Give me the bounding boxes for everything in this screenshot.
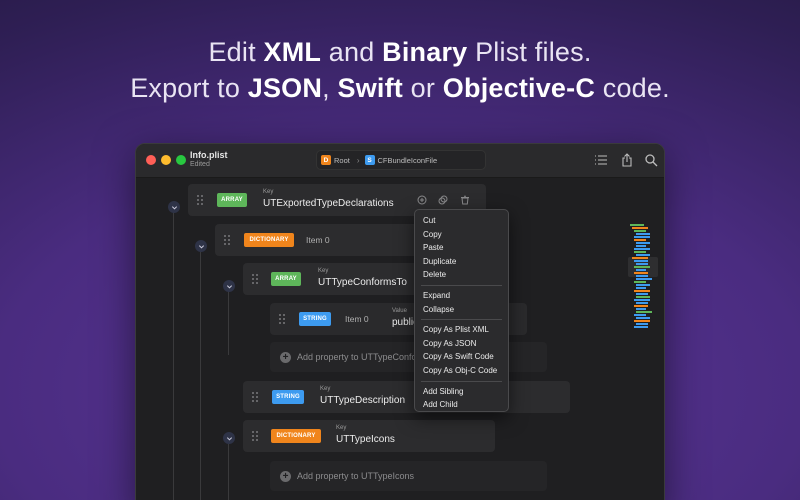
dictionary-badge-icon: D [321, 155, 331, 165]
menu-item-copy-as-json[interactable]: Copy As JSON [415, 337, 508, 351]
app-window: Info.plist Edited D Root › S CFBundleIco… [135, 143, 665, 500]
key-label: Key [320, 386, 331, 392]
menu-separator [421, 284, 502, 286]
type-badge-array[interactable]: ARRAY [217, 193, 247, 207]
add-property-label: Add property to UTTypeIcons [297, 471, 415, 481]
indent-guide [200, 245, 201, 500]
type-badge-dictionary[interactable]: DICTIONARY [271, 429, 321, 443]
headline-line-1: Edit XML and Binary Plist files. [208, 37, 592, 67]
add-circle-icon[interactable] [417, 195, 427, 205]
list-icon[interactable] [594, 153, 608, 167]
key-label: Key [318, 268, 329, 274]
menu-item-cut[interactable]: Cut [415, 214, 508, 228]
key-value[interactable]: UTTypeIcons [336, 434, 395, 445]
headline-line-2: Export to JSON, Swift or Objective-C cod… [130, 73, 670, 103]
document-status: Edited [190, 161, 210, 168]
menu-item-paste[interactable]: Paste [415, 241, 508, 255]
key-label: Key [336, 425, 347, 431]
drag-handle-icon[interactable] [252, 431, 260, 441]
drag-handle-icon[interactable] [197, 195, 205, 205]
trash-icon[interactable] [460, 195, 470, 205]
menu-item-expand[interactable]: Expand [415, 289, 508, 303]
indent-guide [228, 444, 229, 500]
plist-editor: ARRAY Key UTExportedTypeDeclarations DIC… [136, 179, 664, 500]
menu-item-copy-as-swift[interactable]: Copy As Swift Code [415, 350, 508, 364]
close-window-button[interactable] [146, 155, 156, 165]
menu-item-add-sibling[interactable]: Add Sibling [415, 385, 508, 399]
menu-item-delete[interactable]: Delete [415, 268, 508, 282]
item-index: Item 0 [345, 314, 369, 324]
drag-handle-icon[interactable] [224, 235, 232, 245]
menu-item-copy-as-objc[interactable]: Copy As Obj-C Code [415, 364, 508, 378]
search-icon[interactable] [644, 153, 658, 167]
type-badge-dictionary[interactable]: DICTIONARY [244, 233, 294, 247]
drag-handle-icon[interactable] [279, 314, 287, 324]
drag-handle-icon[interactable] [252, 274, 260, 284]
menu-item-collapse[interactable]: Collapse [415, 303, 508, 317]
key-value[interactable]: UTTypeDescription [320, 395, 405, 406]
menu-item-add-child[interactable]: Add Child [415, 398, 508, 412]
drag-handle-icon[interactable] [252, 392, 260, 402]
chevron-down-icon[interactable] [223, 432, 235, 444]
chevron-right-icon: › [356, 155, 360, 165]
chevron-down-icon[interactable] [168, 201, 180, 213]
type-badge-array[interactable]: ARRAY [271, 272, 301, 286]
menu-separator [421, 319, 502, 321]
minimize-window-button[interactable] [161, 155, 171, 165]
add-property-row[interactable]: + Add property to UTTypeIcons [270, 461, 547, 491]
title-bar: Info.plist Edited D Root › S CFBundleIco… [136, 144, 664, 178]
menu-separator [421, 380, 502, 382]
value-label: Value [392, 308, 407, 314]
share-icon[interactable] [620, 153, 634, 167]
menu-item-copy-as-plist-xml[interactable]: Copy As Plist XML [415, 323, 508, 337]
tree-row-uttypedescription[interactable]: STRING Key UTTypeDescription [243, 381, 570, 413]
indent-guide [228, 285, 229, 355]
zoom-window-button[interactable] [176, 155, 186, 165]
key-label: Key [263, 189, 274, 195]
type-badge-string[interactable]: STRING [299, 312, 331, 326]
minimap[interactable] [630, 224, 652, 334]
type-badge-string[interactable]: STRING [272, 390, 304, 404]
key-value[interactable]: UTTypeConformsTo [318, 277, 407, 288]
chevron-down-icon[interactable] [223, 280, 235, 292]
string-badge-icon: S [364, 155, 375, 165]
duplicate-icon[interactable] [438, 195, 448, 205]
item-index: Item 0 [306, 235, 330, 245]
menu-item-duplicate[interactable]: Duplicate [415, 255, 508, 269]
breadcrumb: D Root › S CFBundleIconFile [316, 150, 486, 170]
tree-row-uttypeconformsto[interactable]: ARRAY Key UTTypeConformsTo [243, 263, 443, 295]
tree-row-uttypeicons[interactable]: DICTIONARY Key UTTypeIcons [243, 420, 495, 452]
chevron-down-icon[interactable] [195, 240, 207, 252]
context-menu: Cut Copy Paste Duplicate Delete Expand C… [414, 209, 509, 412]
key-value[interactable]: UTExportedTypeDeclarations [263, 198, 394, 209]
indent-guide [173, 206, 174, 500]
document-title: Info.plist [190, 150, 228, 160]
plus-circle-icon: + [280, 351, 291, 363]
menu-item-copy[interactable]: Copy [415, 228, 508, 242]
breadcrumb-cfbundleiconfile[interactable]: CFBundleIconFile [378, 156, 438, 165]
breadcrumb-root[interactable]: Root [334, 156, 350, 165]
plus-circle-icon: + [280, 470, 291, 482]
marketing-headline: Edit XML and Binary Plist files. Export … [0, 34, 800, 106]
